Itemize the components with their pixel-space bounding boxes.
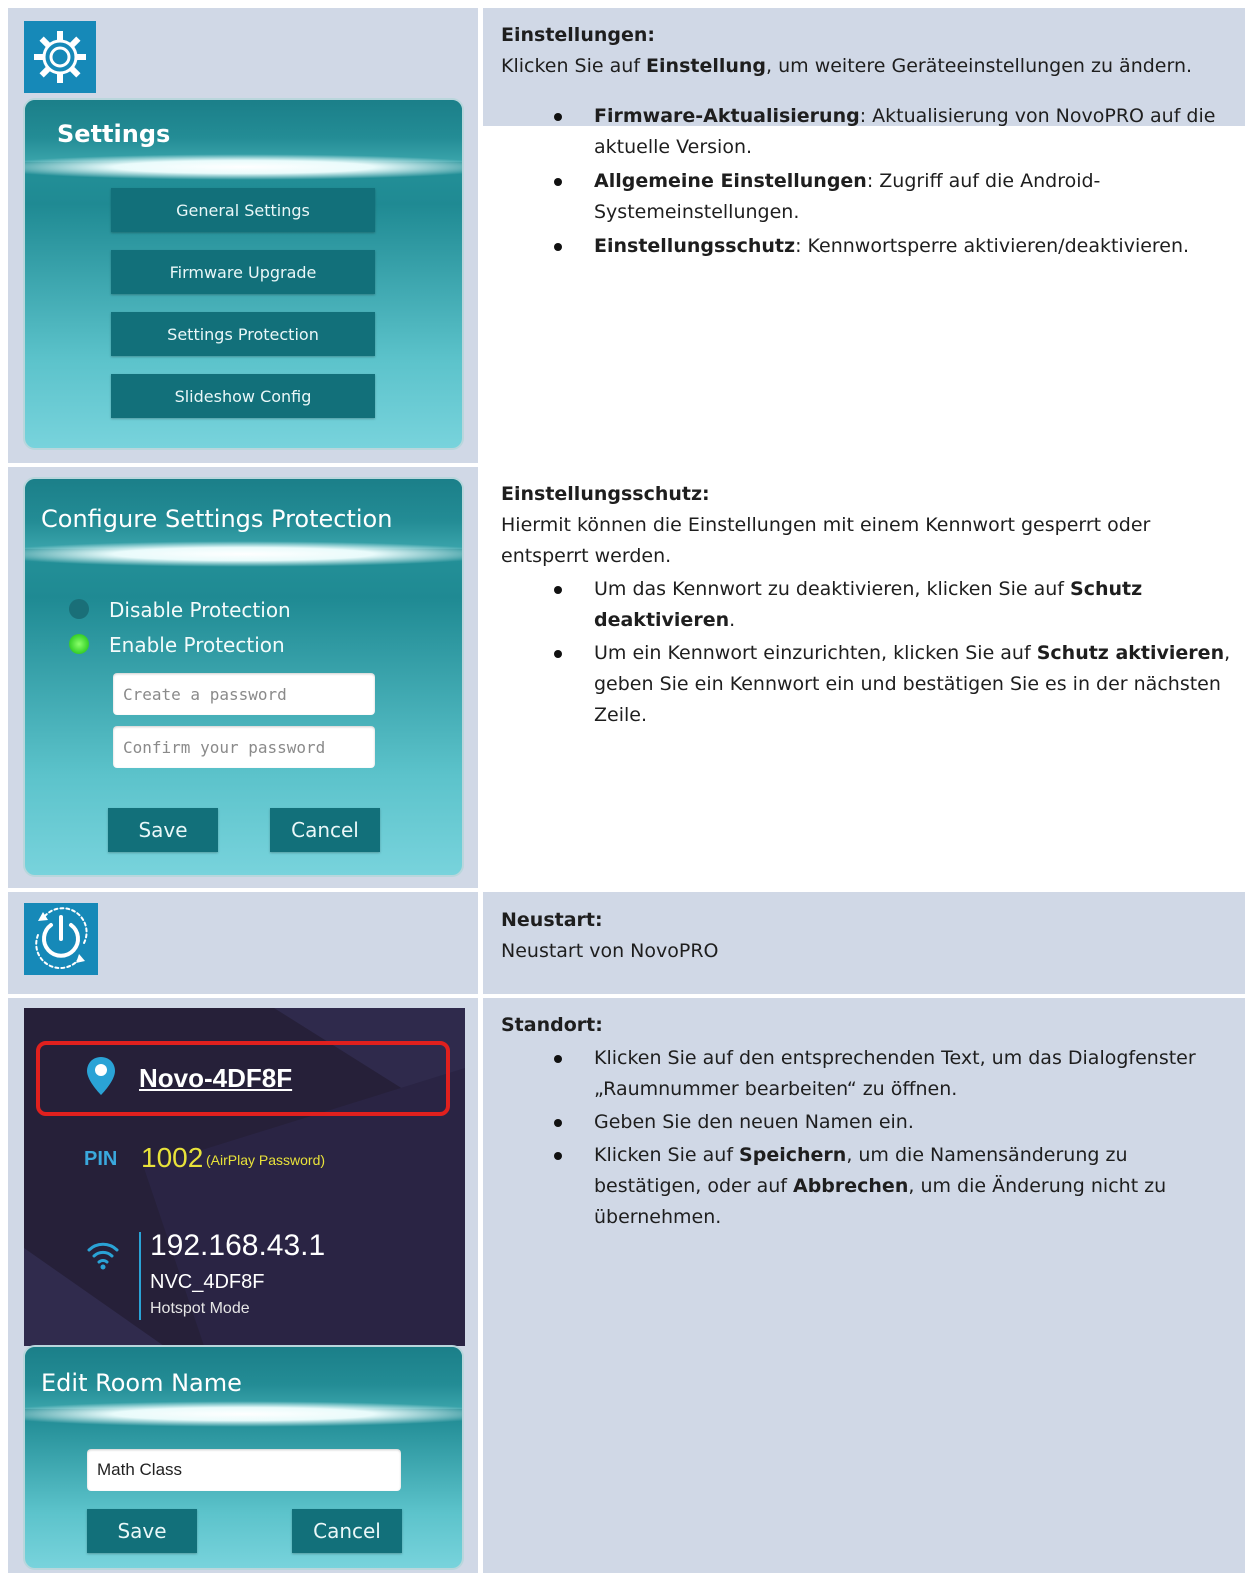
pin-note: (AirPlay Password)	[206, 1152, 326, 1168]
firmware-upgrade-button[interactable]: Firmware Upgrade	[111, 250, 375, 294]
save-button[interactable]: Save	[87, 1509, 197, 1553]
row-protection: Configure Settings Protection Disable Pr…	[8, 467, 1245, 888]
pin-value: 1002	[141, 1142, 204, 1173]
settings-intro: Klicken Sie auf Einstellung, um weitere …	[501, 55, 1193, 77]
confirm-password-field[interactable]	[113, 726, 375, 768]
protection-image-cell: Configure Settings Protection Disable Pr…	[8, 467, 478, 888]
dialog-title: Edit Room Name	[41, 1369, 242, 1397]
home-info-panel: Novo-4DF8F PIN 1002 (AirPlay Password) 1…	[24, 1008, 465, 1346]
disable-protection-label[interactable]: Disable Protection	[109, 598, 291, 622]
general-settings-button[interactable]: General Settings	[111, 188, 375, 232]
slideshow-config-button[interactable]: Slideshow Config	[111, 374, 375, 418]
location-heading: Standort:	[501, 1014, 603, 1036]
protection-intro: Hiermit können die Einstellungen mit ein…	[501, 514, 1151, 567]
dialog-title: Settings	[57, 120, 171, 148]
restart-image-cell	[8, 892, 478, 994]
location-pin-icon	[87, 1057, 115, 1095]
room-name-link[interactable]: Novo-4DF8F	[139, 1063, 292, 1094]
list-item: Firmware-Aktualisierung: Aktualisierung …	[554, 101, 1235, 163]
edit-room-name-dialog: Edit Room Name Save Cancel	[23, 1345, 464, 1570]
settings-image-cell: Settings General Settings Firmware Upgra…	[8, 8, 478, 463]
settings-bullets: Firmware-Aktualisierung: Aktualisierung …	[501, 101, 1235, 262]
settings-text-cell: Einstellungen: Klicken Sie auf Einstellu…	[483, 8, 1245, 463]
dialog-title: Configure Settings Protection	[41, 505, 393, 533]
row-settings: Settings General Settings Firmware Upgra…	[8, 8, 1245, 463]
disable-protection-radio[interactable]	[69, 599, 89, 619]
list-item: Klicken Sie auf Speichern, um die Namens…	[554, 1140, 1235, 1233]
room-name-field[interactable]	[87, 1449, 401, 1491]
power-restart-icon	[35, 907, 88, 970]
list-item: Klicken Sie auf den entsprechenden Text,…	[554, 1043, 1235, 1105]
location-image-cell: Novo-4DF8F PIN 1002 (AirPlay Password) 1…	[8, 998, 478, 1573]
protection-text-cell: Einstellungsschutz: Hiermit können die E…	[483, 467, 1245, 888]
create-password-field[interactable]	[113, 673, 375, 715]
create-password-input[interactable]	[121, 683, 375, 705]
list-item: Um das Kennwort zu deaktivieren, klicken…	[554, 574, 1235, 636]
list-item: Allgemeine Einstellungen: Zugriff auf di…	[554, 166, 1235, 228]
settings-dialog: Settings General Settings Firmware Upgra…	[23, 98, 464, 450]
restart-text-cell: Neustart: Neustart von NovoPRO	[483, 892, 1245, 994]
divider	[139, 1232, 141, 1320]
enable-protection-radio[interactable]	[69, 634, 89, 654]
cancel-button[interactable]: Cancel	[292, 1509, 402, 1553]
confirm-password-input[interactable]	[121, 736, 375, 758]
ssid: NVC_4DF8F	[150, 1271, 265, 1293]
location-text-cell: Standort: Klicken Sie auf den entspreche…	[483, 998, 1245, 1573]
restart-text: Neustart von NovoPRO	[501, 940, 719, 962]
row-restart: Neustart: Neustart von NovoPRO	[8, 892, 1245, 994]
settings-protection-button[interactable]: Settings Protection	[111, 312, 375, 356]
ip-address: 192.168.43.1	[150, 1229, 326, 1262]
protection-heading: Einstellungsschutz:	[501, 483, 710, 505]
list-item: Geben Sie den neuen Namen ein.	[554, 1107, 1235, 1138]
restart-heading: Neustart:	[501, 909, 603, 931]
cancel-button[interactable]: Cancel	[270, 808, 380, 852]
pin-label: PIN	[84, 1148, 118, 1170]
row-location: Novo-4DF8F PIN 1002 (AirPlay Password) 1…	[8, 998, 1245, 1573]
network-mode: Hotspot Mode	[150, 1300, 250, 1317]
room-name-input[interactable]	[95, 1459, 401, 1481]
protection-dialog: Configure Settings Protection Disable Pr…	[23, 477, 464, 877]
protection-bullets: Um das Kennwort zu deaktivieren, klicken…	[501, 574, 1235, 731]
enable-protection-label[interactable]: Enable Protection	[109, 633, 285, 657]
settings-gear-tile[interactable]	[24, 21, 96, 93]
save-button[interactable]: Save	[108, 808, 218, 852]
wifi-icon	[87, 1242, 119, 1270]
settings-heading: Einstellungen:	[501, 24, 655, 46]
list-item: Um ein Kennwort einzurichten, klicken Si…	[554, 638, 1235, 731]
document-table: Settings General Settings Firmware Upgra…	[8, 8, 1245, 1573]
restart-tile[interactable]	[24, 903, 98, 975]
list-item: Einstellungsschutz: Kennwortsperre aktiv…	[554, 231, 1235, 262]
location-bullets: Klicken Sie auf den entsprechenden Text,…	[501, 1043, 1235, 1233]
gear-icon	[34, 31, 86, 83]
